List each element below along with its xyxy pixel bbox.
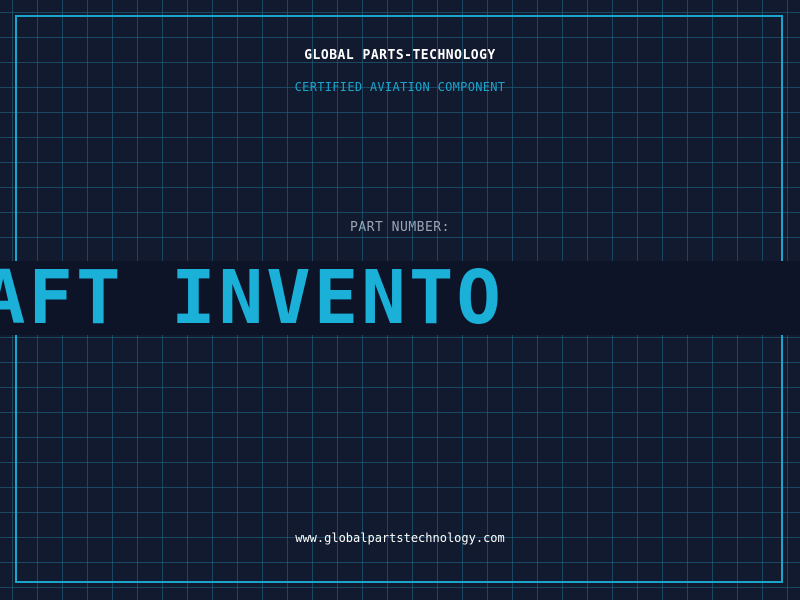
part-number-label: PART NUMBER: xyxy=(350,220,450,235)
website-url: www.globalpartstechnology.com xyxy=(295,531,505,545)
part-number-banner-text: N AIRCRAFT INVENTO xyxy=(0,261,504,335)
certificate-subtitle: CERTIFIED AVIATION COMPONENT xyxy=(294,80,506,94)
company-name: GLOBAL PARTS-TECHNOLOGY xyxy=(304,48,496,63)
part-number-banner: N AIRCRAFT INVENTO xyxy=(0,261,800,335)
certificate-page: GLOBAL PARTS-TECHNOLOGY CERTIFIED AVIATI… xyxy=(0,0,800,600)
